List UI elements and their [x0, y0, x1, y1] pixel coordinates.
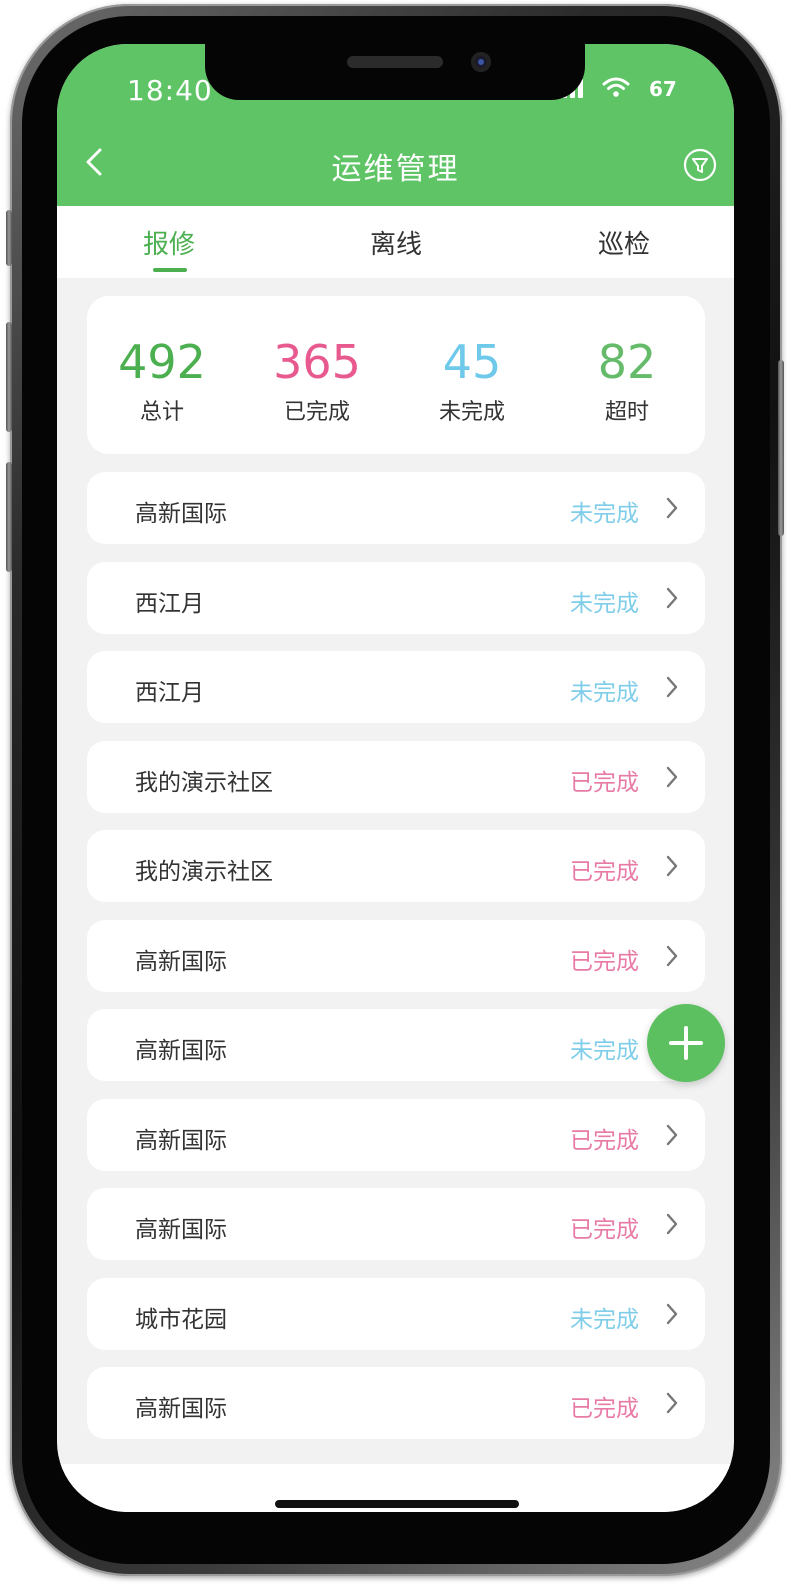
- stat-value: 82: [597, 335, 657, 389]
- status-badge: 已完成: [570, 1127, 639, 1154]
- tab-bar: 报修 离线 巡检: [57, 206, 734, 278]
- volume-up-button: [6, 322, 12, 432]
- list-item-name: 高新国际: [135, 1127, 227, 1154]
- chevron-right-icon: [666, 497, 678, 519]
- list-item[interactable]: 我的演示社区 已完成: [87, 740, 705, 813]
- list-item-name: 高新国际: [135, 1396, 227, 1422]
- app-screen: 18:40 67 运维管理 报修 离线 巡检 492 总计 365 已完成 45 未完成 8…: [57, 44, 734, 1512]
- list-item[interactable]: 高新国际 未完成: [87, 472, 705, 544]
- order-list: 高新国际 未完成 西江月 未完成 西江月 未完成 我的演示社区 已完成 我的演示社区 已完成 高新国…: [87, 472, 705, 1457]
- status-badge: 未完成: [570, 1038, 639, 1064]
- list-item[interactable]: 西江月 未完成: [87, 561, 705, 634]
- status-badge: 已完成: [570, 1396, 639, 1422]
- list-item[interactable]: 城市花园 未完成: [87, 1277, 705, 1350]
- chevron-right-icon: [666, 766, 678, 787]
- home-indicator[interactable]: [275, 1500, 519, 1508]
- list-item-name: 高新国际: [135, 948, 227, 975]
- mute-switch: [6, 210, 12, 266]
- list-item-name: 高新国际: [135, 1038, 227, 1064]
- stats-card: 492 总计 365 已完成 45 未完成 82 超时: [87, 296, 705, 454]
- chevron-right-icon: [666, 945, 678, 966]
- speaker-grille: [347, 56, 443, 68]
- wifi-icon: [602, 77, 630, 97]
- tab-repair[interactable]: 报修: [143, 224, 195, 261]
- status-badge: 未完成: [570, 1306, 639, 1333]
- tab-inspection[interactable]: 巡检: [598, 224, 650, 261]
- list-item[interactable]: 我的演示社区 已完成: [87, 830, 705, 902]
- chevron-right-icon: [666, 587, 678, 608]
- battery-level: 67: [649, 77, 677, 101]
- status-badge: 未完成: [570, 590, 639, 617]
- list-item[interactable]: 高新国际 未完成: [87, 1009, 705, 1081]
- status-badge: 已完成: [570, 859, 639, 885]
- chevron-right-icon: [666, 1213, 678, 1235]
- list-item[interactable]: 高新国际 已完成: [87, 1098, 705, 1171]
- tab-offline[interactable]: 离线: [370, 224, 422, 261]
- status-badge: 未完成: [570, 501, 639, 527]
- stat-item[interactable]: 365 已完成: [242, 336, 392, 426]
- list-item[interactable]: 高新国际 已完成: [87, 1188, 705, 1260]
- chevron-right-icon: [666, 1303, 678, 1324]
- list-item-name: 西江月: [135, 590, 204, 617]
- stat-label: 已完成: [283, 400, 350, 425]
- stat-item[interactable]: 45 未完成: [397, 336, 547, 426]
- stat-value: 45: [442, 335, 502, 389]
- list-item-name: 我的演示社区: [135, 859, 273, 885]
- list-item[interactable]: 高新国际 已完成: [87, 919, 705, 992]
- status-time: 18:40: [127, 74, 213, 107]
- list-item-name: 西江月: [135, 680, 204, 706]
- chevron-right-icon: [666, 855, 678, 877]
- list-item-name: 城市花园: [135, 1306, 227, 1333]
- stat-item[interactable]: 492 总计: [87, 336, 237, 426]
- status-badge: 已完成: [570, 948, 639, 975]
- stat-value: 365: [273, 335, 361, 389]
- chevron-right-icon: [666, 1124, 678, 1145]
- stat-value: 492: [118, 335, 206, 389]
- active-tab-indicator: [153, 268, 187, 272]
- status-badge: 未完成: [570, 680, 639, 706]
- power-button: [778, 360, 784, 536]
- camera-icon: [471, 52, 491, 72]
- add-button[interactable]: [647, 1004, 725, 1082]
- list-item-name: 高新国际: [135, 1217, 227, 1243]
- notch: [205, 44, 585, 100]
- status-badge: 已完成: [570, 1217, 639, 1243]
- chevron-right-icon: [666, 1392, 678, 1414]
- status-badge: 已完成: [570, 769, 639, 796]
- stat-label: 总计: [139, 400, 184, 425]
- stat-label: 未完成: [438, 400, 505, 425]
- volume-down-button: [6, 462, 12, 572]
- list-item-name: 高新国际: [135, 501, 227, 527]
- stat-item[interactable]: 82 超时: [552, 336, 702, 426]
- filter-icon[interactable]: [683, 148, 717, 182]
- page-title: 运维管理: [331, 152, 460, 187]
- chevron-right-icon: [666, 676, 678, 698]
- stat-label: 超时: [604, 400, 649, 425]
- list-item[interactable]: 西江月 未完成: [87, 651, 705, 723]
- list-item[interactable]: 高新国际 已完成: [87, 1367, 705, 1439]
- list-item-name: 我的演示社区: [135, 769, 273, 796]
